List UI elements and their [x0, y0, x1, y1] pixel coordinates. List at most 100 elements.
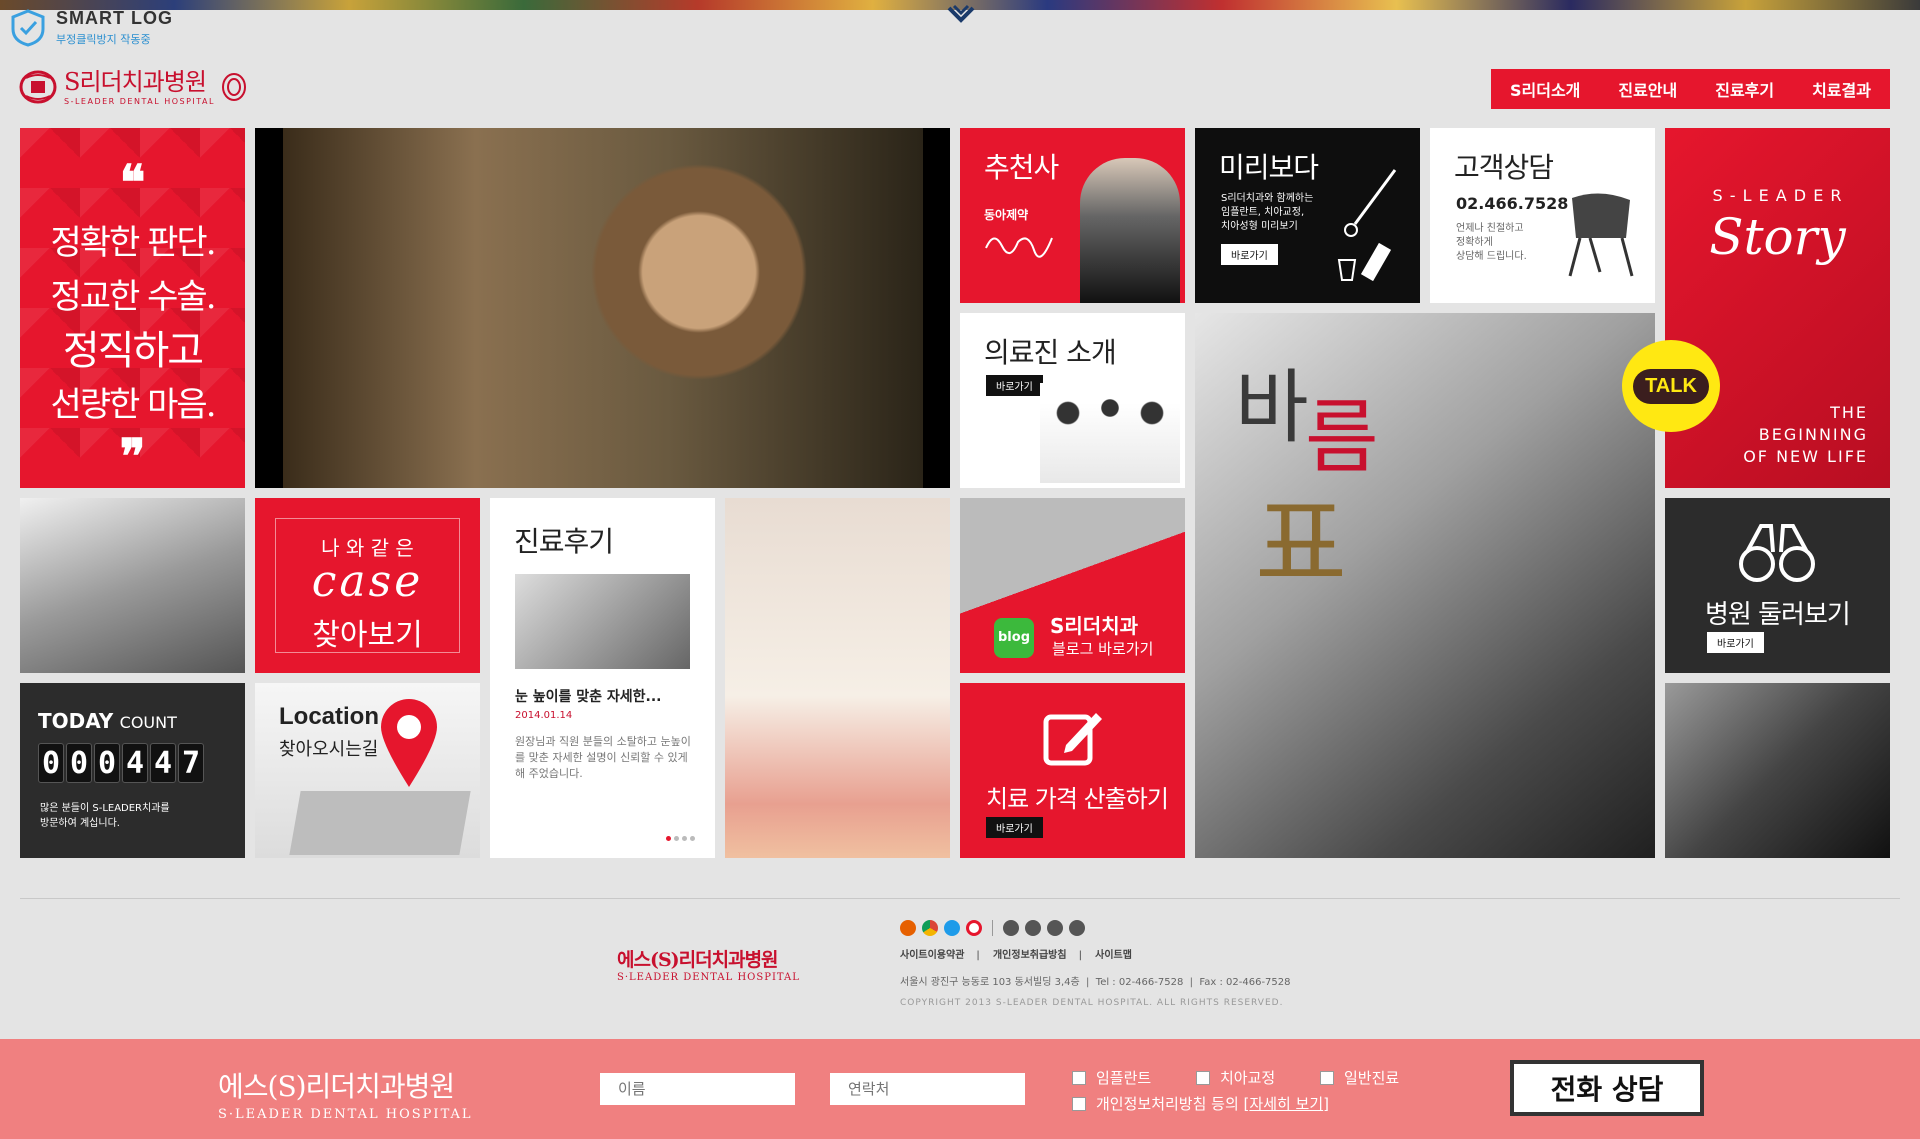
- privacy-detail-link[interactable]: 자세히 보기: [1249, 1095, 1323, 1113]
- nav-item-guide[interactable]: 진료안내: [1618, 77, 1677, 101]
- youtube-icon[interactable]: [1047, 920, 1063, 936]
- chrome-icon[interactable]: [922, 920, 938, 936]
- review-title: 진료후기: [514, 525, 614, 558]
- quote-line: 정직하고: [62, 328, 204, 374]
- binoculars-icon: [1739, 524, 1815, 582]
- clinic-photo-tile[interactable]: [1665, 683, 1890, 858]
- kakao-talk-button[interactable]: TALK: [1622, 340, 1720, 432]
- blog-title: S리더치과: [1050, 614, 1139, 638]
- footer-link-sitemap[interactable]: 사이트맵: [1095, 950, 1132, 961]
- counter-digit: 4: [122, 743, 148, 783]
- pager-dot[interactable]: [674, 836, 679, 841]
- name-input[interactable]: [600, 1073, 795, 1105]
- twitter-icon[interactable]: [1003, 920, 1019, 936]
- child-photo-tile[interactable]: [20, 498, 245, 673]
- nav-item-about[interactable]: S리더소개: [1510, 77, 1580, 101]
- option-general[interactable]: 일반진료: [1320, 1067, 1399, 1088]
- pager-dot[interactable]: [682, 836, 687, 841]
- quote-line: 선량한 마음.: [50, 385, 216, 425]
- footer-copyright: COPYRIGHT 2013 S-LEADER DENTAL HOSPITAL.…: [900, 998, 1284, 1008]
- vimeo-icon[interactable]: [1069, 920, 1085, 936]
- footer-logo-sub: S·LEADER DENTAL HOSPITAL: [617, 972, 800, 983]
- story-tile[interactable]: S - L E A D E R Story THE BEGINNING OF N…: [1665, 128, 1890, 488]
- agree-prefix: 개인정보처리방침 등의 [: [1096, 1095, 1250, 1113]
- pager-dot[interactable]: [666, 836, 671, 841]
- option-orthodontics[interactable]: 치아교정: [1196, 1067, 1275, 1088]
- counter-digit: 0: [38, 743, 64, 783]
- opera-icon[interactable]: [966, 920, 982, 936]
- today-desc-line: 많은 분들이 S-LEADER치과를: [40, 803, 170, 814]
- main-video-photo: [283, 128, 923, 488]
- recommender-title: 추천사: [984, 151, 1059, 184]
- kakao-talk-label: TALK: [1633, 368, 1709, 404]
- footer-address: 서울시 광진구 능동로 103 동서빌딩 3,4층 | Tel : 02-466…: [900, 977, 1291, 988]
- footer-link-privacy[interactable]: 개인정보취급방침: [993, 950, 1067, 961]
- quote-line: 정교한 수술.: [50, 277, 216, 317]
- smartlog-title: SMART LOG: [56, 8, 173, 28]
- preview-button[interactable]: 바로가기: [1221, 244, 1278, 265]
- photo-text-3: 표: [1255, 486, 1347, 603]
- price-button[interactable]: 바로가기: [986, 817, 1043, 838]
- option-label: 치아교정: [1220, 1069, 1276, 1087]
- footer-link-terms[interactable]: 사이트이용약관: [900, 950, 964, 961]
- shield-check-icon: [11, 8, 45, 47]
- location-tile[interactable]: Location 찾아오시는길: [255, 683, 480, 858]
- agree-suffix: ]: [1323, 1095, 1330, 1113]
- today-label: TODAY COUNT: [38, 709, 177, 733]
- main-nav: S리더소개 진료안내 진료후기 치료결과: [1491, 69, 1890, 109]
- preview-tile[interactable]: 미리보다 S리더치과와 함께하는 임플란트, 치아교정, 치아성형 미리보기 바…: [1195, 128, 1420, 303]
- chair-icon: [1568, 193, 1634, 277]
- privacy-agree-label: 개인정보처리방침 등의 [자세히 보기]: [1096, 1093, 1329, 1114]
- blog-tile[interactable]: blog S리더치과 블로그 바로가기: [960, 498, 1185, 673]
- pager-dot[interactable]: [690, 836, 695, 841]
- review-headline: 눈 높이를 맞춘 자세한...: [515, 689, 662, 705]
- price-tile[interactable]: 치료 가격 산출하기 바로가기: [960, 683, 1185, 858]
- nav-item-reviews[interactable]: 진료후기: [1715, 77, 1774, 101]
- consult-tile[interactable]: 고객상담 02.466.7528 언제나 친절하고 정확하게 상담해 드립니다.: [1430, 128, 1655, 303]
- consult-bar-logo-sub: S·LEADER DENTAL HOSPITAL: [218, 1107, 473, 1122]
- nav-item-results[interactable]: 치료결과: [1812, 77, 1871, 101]
- facebook-icon[interactable]: [1025, 920, 1041, 936]
- hospital-emblem-icon: [19, 70, 57, 104]
- tour-button[interactable]: 바로가기: [1707, 632, 1764, 653]
- icon-separator: [992, 920, 993, 936]
- story-tagline-line: THE: [1830, 403, 1868, 422]
- recommender-tile[interactable]: 추천사 동아제약: [960, 128, 1185, 303]
- staff-tile[interactable]: 의료진 소개 바로가기: [960, 313, 1185, 488]
- tooth-figure-tile[interactable]: [725, 498, 950, 858]
- privacy-agree[interactable]: 개인정보처리방침 등의 [자세히 보기]: [1072, 1093, 1329, 1114]
- case-tile[interactable]: 나 와 같 은 case 찾아보기: [255, 498, 480, 673]
- firefox-icon[interactable]: [900, 920, 916, 936]
- checkbox[interactable]: [1320, 1070, 1334, 1085]
- case-line2: case: [311, 556, 424, 607]
- counter-digit: 0: [94, 743, 120, 783]
- phone-input[interactable]: [830, 1073, 1025, 1105]
- smartlog-badge: SMART LOG 부정클릭방지 작동중: [10, 8, 173, 47]
- quote-close-mark: ❞: [119, 429, 146, 485]
- checkbox[interactable]: [1072, 1096, 1086, 1111]
- counter-digit: 0: [66, 743, 92, 783]
- today-desc: 많은 분들이 S-LEADER치과를 방문하여 계십니다.: [40, 801, 170, 831]
- preview-desc-line: 임플란트, 치아교정,: [1221, 207, 1305, 218]
- staff-button[interactable]: 바로가기: [986, 375, 1043, 396]
- option-implant[interactable]: 임플란트: [1072, 1067, 1151, 1088]
- story-letters: S - L E A D E R: [1712, 186, 1843, 205]
- checkbox[interactable]: [1196, 1070, 1210, 1085]
- preview-desc-line: 치아성형 미리보기: [1221, 221, 1298, 232]
- site-logo[interactable]: S리더치과병원 S-LEADER DENTAL HOSPITAL: [18, 68, 247, 106]
- map-pin-icon: [381, 699, 437, 787]
- review-body: 원장님과 직원 분들의 소탈하고 눈높이를 맞춘 자세한 설명이 신뢰할 수 있…: [515, 735, 691, 780]
- checkbox[interactable]: [1072, 1070, 1086, 1085]
- chevron-down-icon[interactable]: [946, 4, 976, 26]
- main-video[interactable]: [255, 128, 950, 488]
- price-title: 치료 가격 산출하기: [986, 785, 1169, 813]
- dentist-photo-tile[interactable]: 바 름 표: [1195, 313, 1655, 858]
- hospital-seal-icon: [221, 73, 246, 101]
- review-tile[interactable]: 진료후기 눈 높이를 맞춘 자세한... 2014.01.14 원장님과 직원 …: [490, 498, 715, 858]
- tour-tile[interactable]: 병원 둘러보기 바로가기: [1665, 498, 1890, 673]
- phone-consult-button[interactable]: 전화 상담: [1510, 1060, 1704, 1116]
- footer-logo: 에스(S)리더치과병원 S·LEADER DENTAL HOSPITAL: [617, 945, 800, 983]
- quote-line: 정확한 판단.: [50, 223, 216, 263]
- dental-tools-icon: [1337, 169, 1397, 282]
- safari-icon[interactable]: [944, 920, 960, 936]
